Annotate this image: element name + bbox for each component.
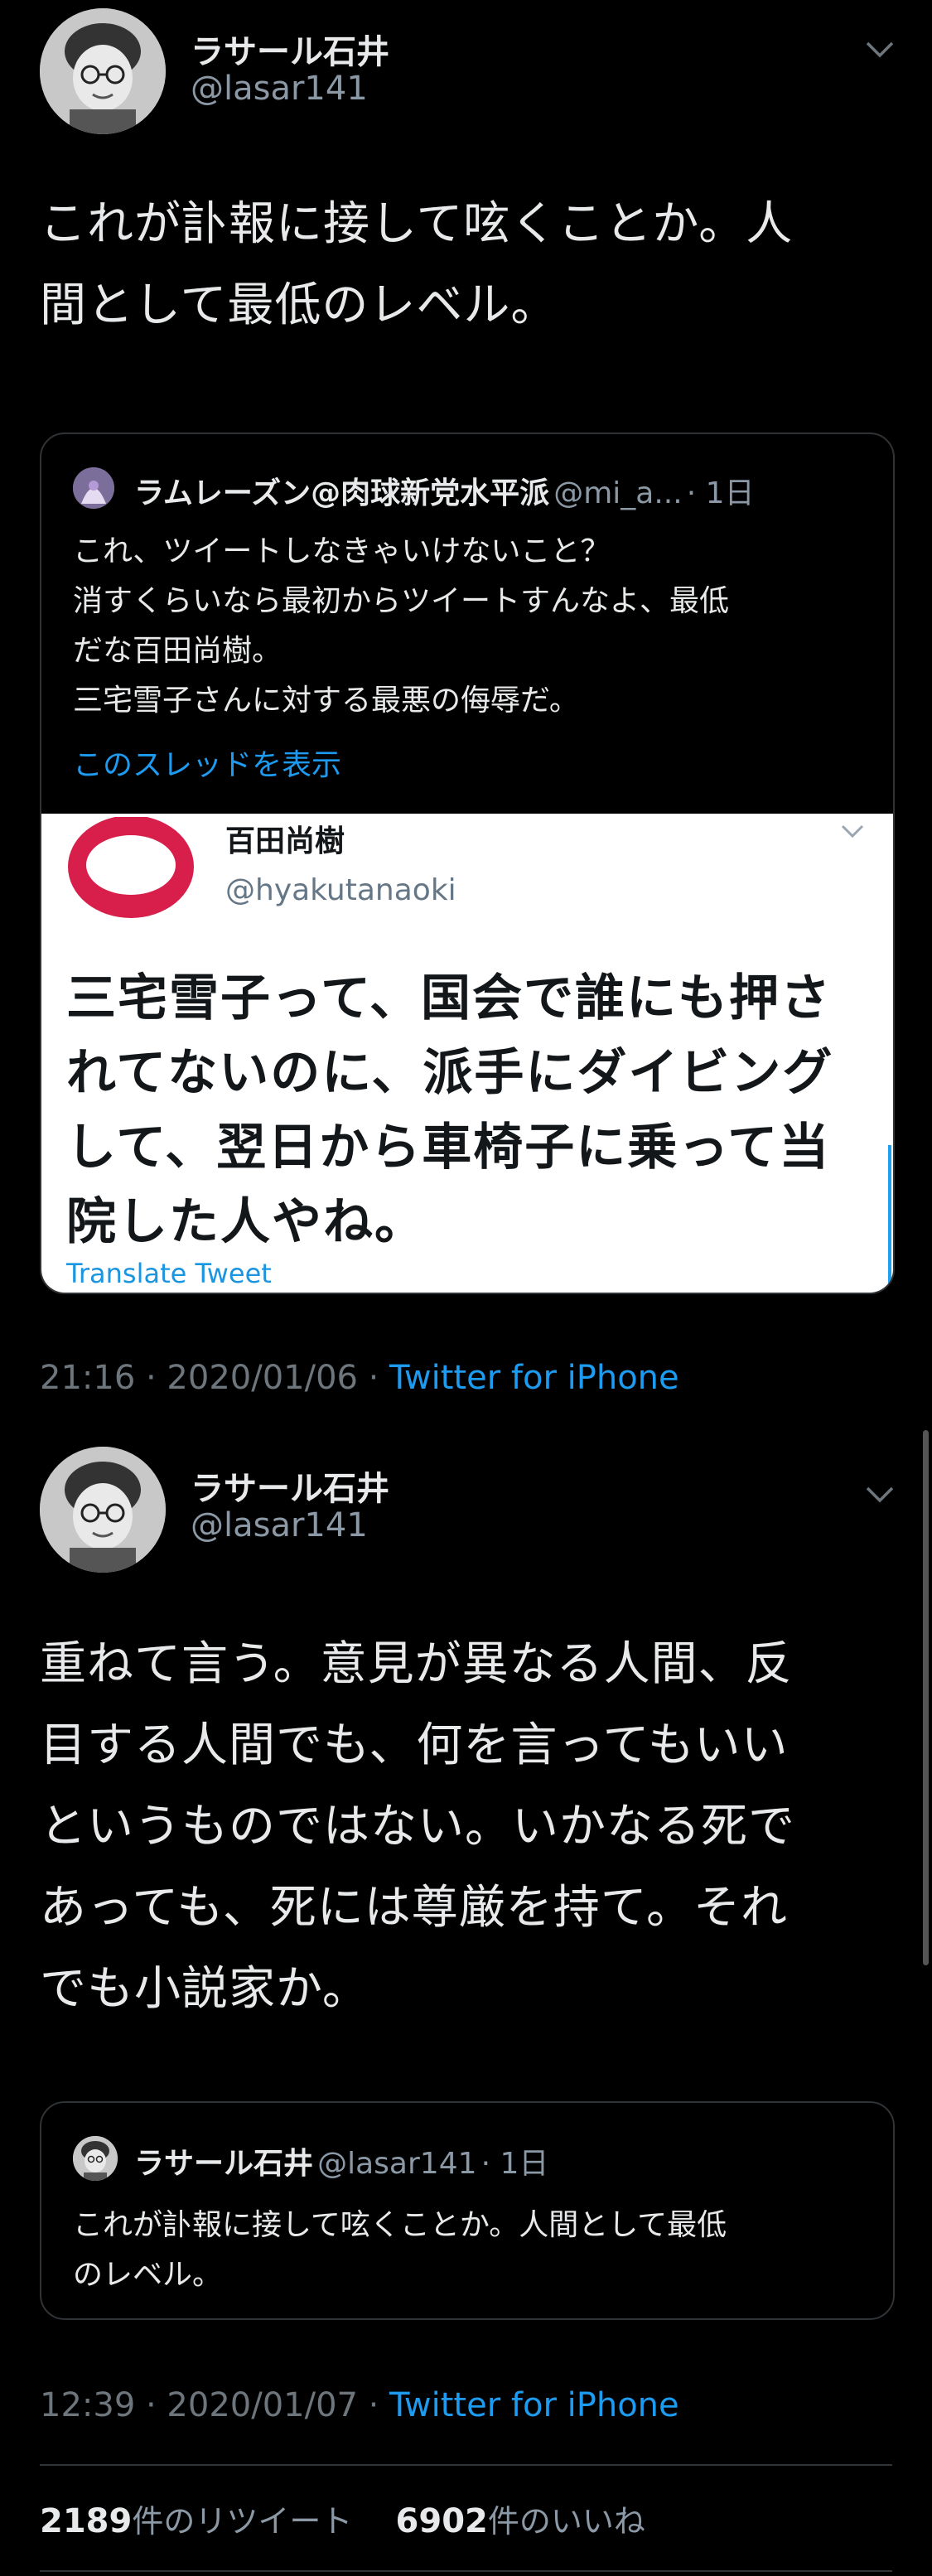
quoted-text: これ、ツイートしなきゃいけないこと？ 消すくらいなら最初からツイートすんなよ、最… [73,527,868,726]
author-handle[interactable]: @lasar141 [191,70,368,108]
avatar [66,815,196,925]
divider [40,2464,892,2466]
divider [40,2570,892,2572]
tweet-text-line: 重ねて言う。意見が異なる人間、反 [40,1637,793,1691]
show-thread-link[interactable]: このスレッドを表示 [73,741,341,784]
tweet-text-line: あっても、死には尊厳を持て。それ [40,1881,789,1935]
embedded-text-line: して、翌日から車椅子に乗って当 [66,1119,831,1177]
likes-count: 6902 [395,2502,488,2540]
quoted-text-line: のレベル。 [73,2258,223,2292]
tweet-timestamp-row: 21:16 · 2020/01/06 · Twitter for iPhone [40,1359,679,1397]
engagement-stats: 2189件のリツイート 6902件のいいね [40,2496,645,2541]
tweet-timestamp-row: 12:39 · 2020/01/07 · Twitter for iPhone [40,2386,679,2424]
quoted-text-line: 消すくらいなら最初からツイートすんなよ、最低 [73,584,730,618]
quoted-time: · 1日 [480,2147,549,2181]
avatar-icon [73,467,114,509]
quoted-header: ラムレーズン@肉球新党水平派 @mi_a... · 1日 [134,469,755,512]
quoted-tweet[interactable]: ラサール石井 @lasar141 · 1日 これが訃報に接して呟くことか。人間と… [40,2101,895,2320]
avatar-icon [73,2136,118,2181]
embedded-tweet-text: 三宅雪子って、国会で誰にも押さ れてないのに、派手にダイビング して、翌日から車… [66,961,886,1259]
retweets-count: 2189 [40,2502,133,2540]
tweet-text-line: というものではない。いかなる死で [40,1800,795,1853]
tweet-text: これが訃報に接して呟くことか。人 間として最低のレベル。 [40,184,901,346]
quoted-text-line: これが訃報に接して呟くことか。人間として最低 [73,2208,727,2242]
quoted-header: ラサール石井 @lasar141 · 1日 [134,2139,548,2182]
chevron-down-icon[interactable] [865,1481,895,1510]
avatar-icon [68,815,194,918]
embedded-author-handle: @hyakutanaoki [225,873,456,907]
retweets-label: 件のリツイート [132,2503,353,2540]
quoted-text: これが訃報に接して呟くことか。人間として最低 のレベル。 [73,2201,868,2300]
embedded-author-name: 百田尚樹 [225,824,345,858]
likes-label: 件のいいね [487,2503,645,2540]
avatar[interactable] [73,467,114,509]
quoted-author-name[interactable]: ラムレーズン@肉球新党水平派 [134,476,549,510]
chevron-down-icon[interactable] [865,36,895,65]
page-scrollbar[interactable] [923,1430,929,1965]
tweet-source-link[interactable]: Twitter for iPhone [389,2386,679,2424]
tweet-text-line: 間として最低のレベル。 [40,278,558,332]
embedded-scroll-indicator [888,1145,891,1286]
embedded-text-line: 院した人やね。 [66,1193,426,1251]
chevron-down-icon [840,824,865,842]
avatar[interactable] [40,1447,166,1573]
tweet-source-link[interactable]: Twitter for iPhone [389,1359,679,1397]
quoted-text-line: これ、ツイートしなきゃいけないこと？ [73,534,611,568]
quoted-tweet[interactable]: ラムレーズン@肉球新党水平派 @mi_a... · 1日 これ、ツイートしなきゃ… [40,433,895,1294]
embedded-text-line: 三宅雪子って、国会で誰にも押さ [66,969,832,1027]
tweet-timestamp: 12:39 · 2020/01/07 · [40,2386,390,2424]
tweet-text-line: でも小説家か。 [40,1962,369,2016]
avatar[interactable] [73,2136,118,2181]
retweets-stat[interactable]: 2189件のリツイート [40,2502,353,2540]
embedded-tweet-image[interactable]: 百田尚樹 @hyakutanaoki 三宅雪子って、国会で誰にも押さ れてないの… [41,814,893,1293]
author-handle[interactable]: @lasar141 [191,1506,368,1544]
quoted-author-handle[interactable]: @lasar141 [317,2147,476,2181]
author-name[interactable]: ラサール石井 [191,1462,389,1510]
tweet-timestamp: 21:16 · 2020/01/06 · [40,1359,390,1397]
embedded-text-line: れてないのに、派手にダイビング [66,1044,834,1102]
tweet-text-line: 目する人間でも、何を言ってもいい [40,1718,789,1772]
tweet-text: 重ねて言う。意見が異なる人間、反 目する人間でも、何を言ってもいい というもので… [40,1624,901,2030]
quoted-time: · 1日 [686,476,755,510]
quoted-author-name[interactable]: ラサール石井 [134,2147,313,2181]
quoted-text-line: だな百田尚樹。 [73,634,282,668]
author-name[interactable]: ラサール石井 [191,25,389,73]
likes-stat[interactable]: 6902件のいいね [395,2502,645,2540]
avatar[interactable] [40,8,166,134]
quoted-author-handle[interactable]: @mi_a... [553,476,682,510]
translate-tweet-link: Translate Tweet [66,1258,272,1289]
tweet-text-line: これが訃報に接して呟くことか。人 [40,197,794,251]
avatar-icon [40,8,166,134]
quoted-text-line: 三宅雪子さんに対する最悪の侮辱だ。 [73,684,579,718]
avatar-icon [40,1447,166,1573]
